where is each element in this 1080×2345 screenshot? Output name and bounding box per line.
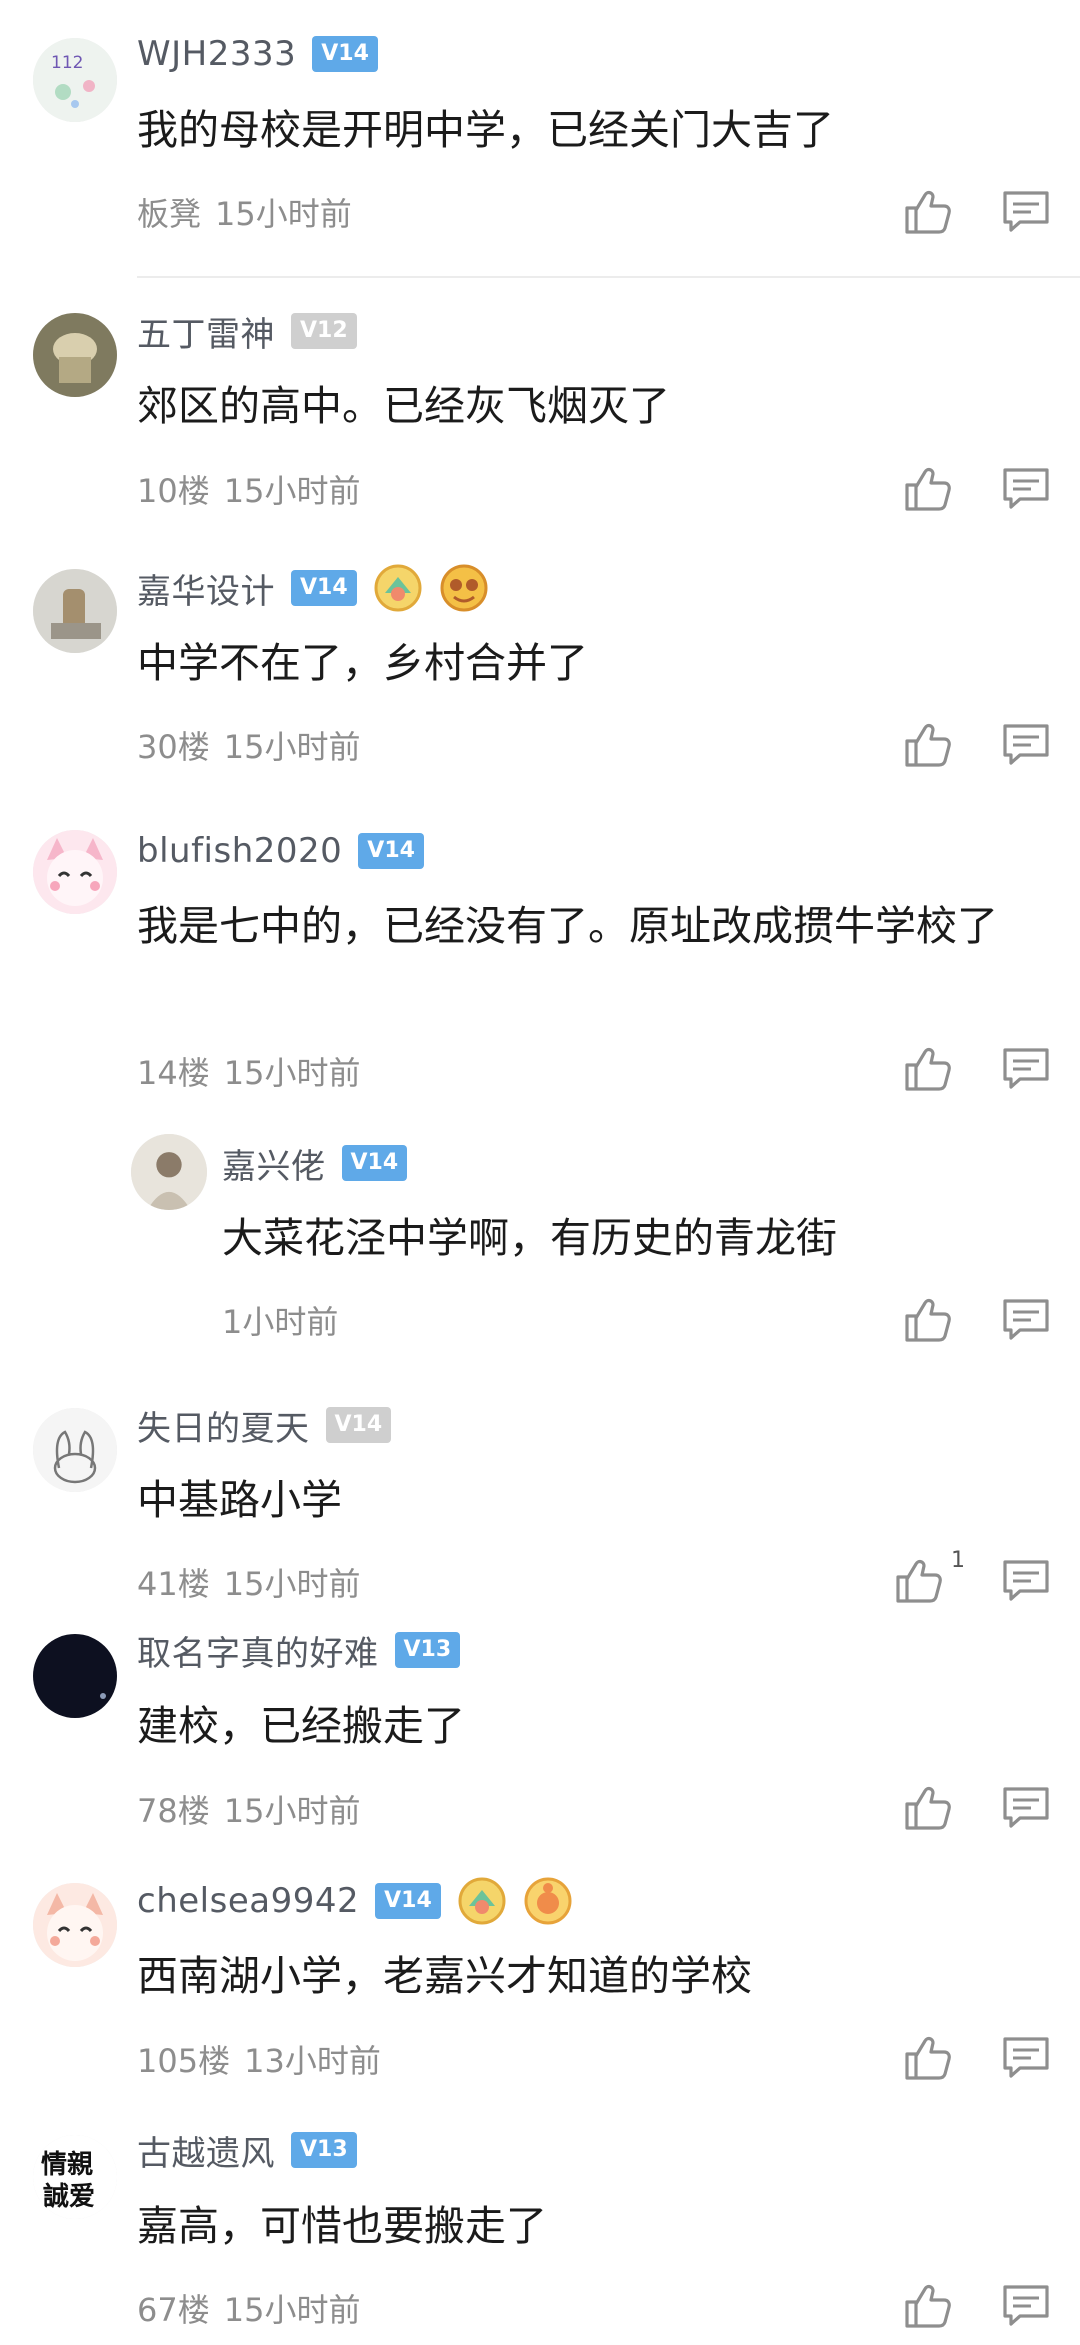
comment-icon[interactable] <box>999 1553 1053 1607</box>
comment-icon[interactable] <box>999 717 1053 771</box>
level-badge: V14 <box>325 1407 392 1443</box>
divider <box>137 276 1080 278</box>
username[interactable]: 嘉兴佬 <box>222 1139 326 1188</box>
floor-number: 30楼 <box>137 728 210 766</box>
avatar-label: 情親 <box>41 2150 93 2180</box>
medal-icon <box>457 1876 507 1926</box>
name-row: WJH2333 V14 <box>137 26 378 82</box>
floor-number: 78楼 <box>137 1792 210 1830</box>
comment-text: 建校，已经搬走了 <box>137 1702 465 1750</box>
comment-meta: 板凳 15小时前 <box>137 189 352 235</box>
username[interactable]: blufish2020 <box>137 831 342 871</box>
thumbs-up-icon[interactable] <box>902 2030 956 2084</box>
timestamp: 15小时前 <box>215 195 352 233</box>
timestamp: 1小时前 <box>222 1303 339 1341</box>
thumbs-up-icon[interactable] <box>902 717 956 771</box>
timestamp: 15小时前 <box>223 1054 361 1092</box>
comment-icon[interactable] <box>999 184 1053 238</box>
floor-number: 板凳 <box>137 195 202 233</box>
level-badge: V14 <box>358 833 424 869</box>
comment-icon[interactable] <box>999 461 1053 515</box>
floor-number: 14楼 <box>137 1054 210 1092</box>
level-badge: V12 <box>291 313 357 349</box>
username[interactable]: 古越遗风 <box>137 2126 275 2175</box>
medal-icon <box>439 563 489 613</box>
comment-meta: 1小时前 <box>222 1297 338 1343</box>
username[interactable]: 失日的夏天 <box>137 1401 310 1450</box>
thumbs-up-icon[interactable] <box>902 1041 956 1095</box>
comment-meta: 78楼 15小时前 <box>137 1786 360 1832</box>
level-badge: V14 <box>291 570 357 606</box>
thumbs-up-icon[interactable] <box>902 184 956 238</box>
level-badge: V14 <box>375 1883 441 1919</box>
name-row: blufish2020 V14 <box>137 823 424 879</box>
level-badge: V13 <box>394 1632 461 1668</box>
name-row: chelsea9942 V14 <box>137 1873 573 1929</box>
user-avatar[interactable]: 情親 誠爱 <box>33 2135 117 2219</box>
timestamp: 15小时前 <box>223 728 361 766</box>
thumbs-up-icon[interactable] <box>902 1780 956 1834</box>
comment-icon[interactable] <box>999 1041 1053 1095</box>
medal-icon <box>373 563 423 613</box>
thumbs-up-icon[interactable] <box>902 461 956 515</box>
name-row: 取名字真的好难 V13 <box>137 1622 461 1678</box>
username[interactable]: 五丁雷神 <box>137 307 275 356</box>
comment-text: 嘉高，可惜也要搬走了 <box>137 2202 547 2250</box>
level-badge: V13 <box>291 2132 357 2168</box>
comment-text: 中学不在了，乡村合并了 <box>137 639 588 687</box>
comment-text: 我的母校是开明中学，已经关门大吉了 <box>137 106 834 154</box>
comment-icon[interactable] <box>999 1780 1053 1834</box>
avatar-label: 誠爱 <box>43 2182 95 2212</box>
user-avatar[interactable] <box>33 1408 117 1492</box>
name-row: 失日的夏天 V14 <box>137 1397 392 1453</box>
username[interactable]: WJH2333 <box>137 34 296 74</box>
user-avatar[interactable] <box>33 1634 117 1718</box>
name-row: 嘉华设计 V14 <box>137 560 489 616</box>
comment-meta: 30楼 15小时前 <box>137 722 360 768</box>
timestamp: 15小时前 <box>223 2291 361 2329</box>
floor-number: 41楼 <box>137 1565 210 1603</box>
comment-meta: 14楼 15小时前 <box>137 1048 360 1094</box>
comment-meta: 41楼 15小时前 <box>137 1559 360 1605</box>
level-badge: V14 <box>312 36 378 72</box>
floor-number: 67楼 <box>137 2291 210 2329</box>
level-badge: V14 <box>341 1145 408 1181</box>
timestamp: 15小时前 <box>223 472 361 510</box>
user-avatar[interactable] <box>33 1883 117 1967</box>
floor-number: 105楼 <box>137 2042 231 2080</box>
avatar-label: 112 <box>51 53 83 73</box>
user-avatar[interactable] <box>131 1134 207 1210</box>
name-row: 古越遗风 V13 <box>137 2122 357 2178</box>
comment-meta: 67楼 15小时前 <box>137 2285 360 2331</box>
comment-text: 郊区的高中。已经灰飞烟灭了 <box>137 382 670 430</box>
name-row: 五丁雷神 V12 <box>137 303 357 359</box>
username[interactable]: 嘉华设计 <box>137 564 275 613</box>
username[interactable]: chelsea9942 <box>137 1881 359 1921</box>
floor-number: 10楼 <box>137 472 210 510</box>
medal-icon <box>523 1876 573 1926</box>
user-avatar[interactable] <box>33 313 117 397</box>
comment-text: 大菜花泾中学啊，有历史的青龙街 <box>222 1214 837 1262</box>
timestamp: 15小时前 <box>223 1792 361 1830</box>
comment-icon[interactable] <box>999 2278 1053 2332</box>
timestamp: 15小时前 <box>223 1565 361 1603</box>
comment-meta: 10楼 15小时前 <box>137 466 360 512</box>
comment-text: 我是七中的，已经没有了。原址改成掼牛学校了 <box>137 902 998 950</box>
user-avatar[interactable] <box>33 569 117 653</box>
comment-icon[interactable] <box>999 1292 1053 1346</box>
name-row: 嘉兴佬 V14 <box>222 1135 408 1191</box>
thumbs-up-icon[interactable] <box>902 2278 956 2332</box>
user-avatar[interactable]: 112 <box>33 38 117 122</box>
thumbs-up-icon[interactable] <box>893 1553 947 1607</box>
user-avatar[interactable] <box>33 830 117 914</box>
comment-text: 西南湖小学，老嘉兴才知道的学校 <box>137 1952 752 2000</box>
username[interactable]: 取名字真的好难 <box>137 1626 379 1675</box>
thumbs-up-icon[interactable] <box>902 1292 956 1346</box>
timestamp: 13小时前 <box>244 2042 381 2080</box>
comment-meta: 105楼 13小时前 <box>137 2036 381 2082</box>
like-count: 1 <box>951 1548 965 1573</box>
comment-icon[interactable] <box>999 2030 1053 2084</box>
comment-text: 中基路小学 <box>137 1476 342 1524</box>
